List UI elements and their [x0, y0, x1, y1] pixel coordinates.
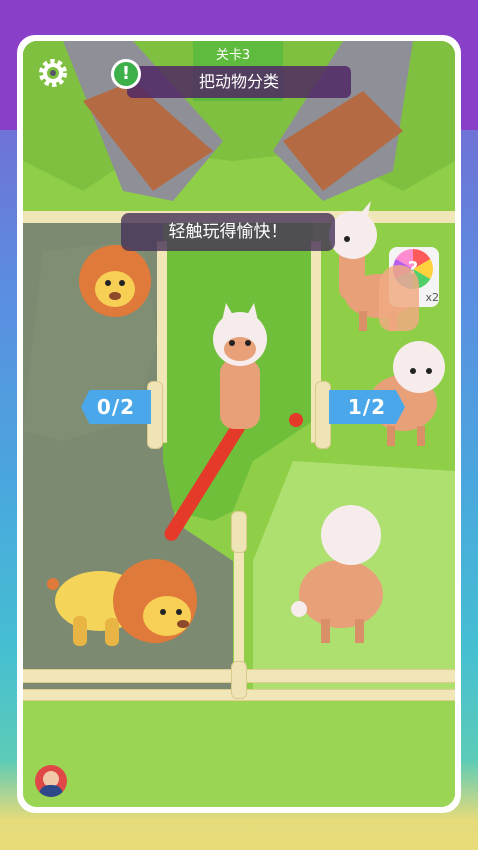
gear-icon: [39, 59, 67, 87]
fence-post: [231, 661, 247, 699]
right-pen-counter: 1/2: [329, 390, 405, 424]
avatar-body: [39, 785, 63, 797]
alpaca-center[interactable]: [208, 299, 278, 439]
avatar-button[interactable]: [35, 765, 67, 797]
lion-bottom[interactable]: [45, 546, 205, 656]
lion-top[interactable]: [75, 241, 159, 317]
gate-handle[interactable]: [289, 413, 303, 427]
fence-post: [315, 381, 331, 449]
fence-post: [231, 511, 247, 553]
settings-button[interactable]: [35, 55, 71, 91]
hint-text: 轻触玩得愉快！: [168, 222, 288, 242]
exclamation-icon: !: [111, 59, 141, 89]
left-pen-counter: 0/2: [81, 390, 151, 424]
game-frame: 关卡3 把动物分类 ! 轻触玩得愉快！ 0/2 1/2 ? x2: [17, 35, 461, 813]
tap-finger-icon: [379, 265, 419, 331]
game-view: 关卡3 把动物分类 ! 轻触玩得愉快！ 0/2 1/2 ? x2: [23, 41, 455, 807]
objective-text: 把动物分类: [198, 72, 279, 91]
alpaca-right-bottom[interactable]: [291, 499, 401, 649]
level-label: 关卡3: [215, 48, 251, 63]
